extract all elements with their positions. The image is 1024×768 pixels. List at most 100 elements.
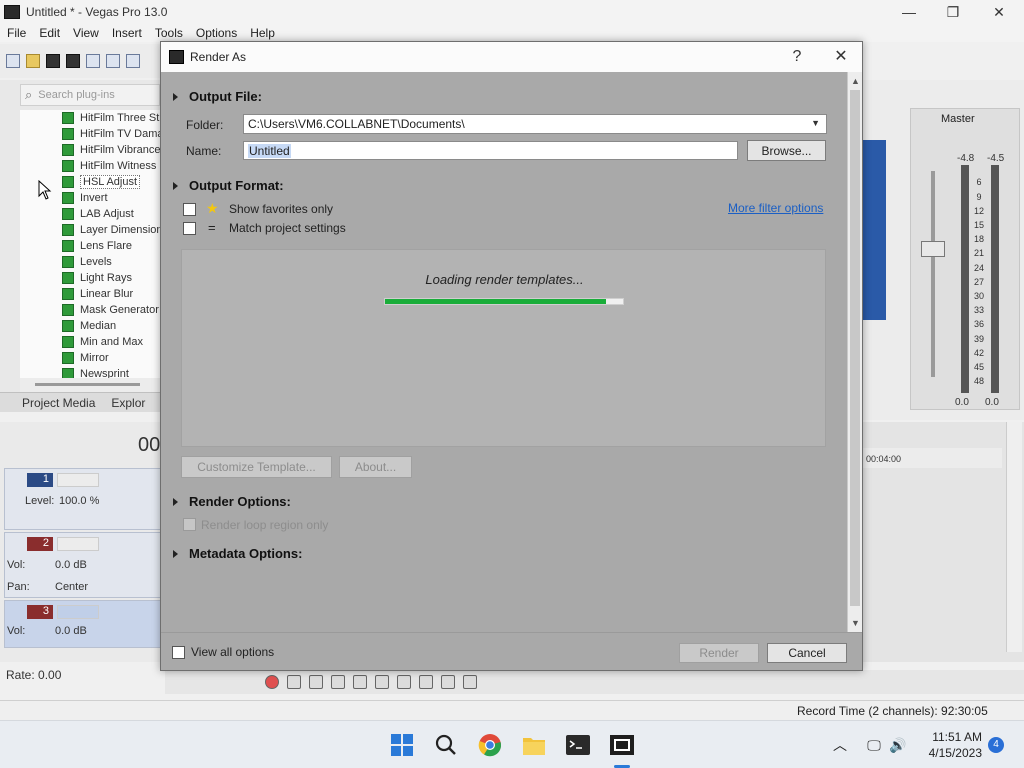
list-item[interactable]: Lens Flare [20, 238, 160, 254]
search-icon[interactable] [434, 733, 458, 757]
scrollbar-thumb[interactable] [850, 90, 860, 606]
list-item[interactable]: HitFilm TV Damag [20, 126, 160, 142]
vegas-taskbar-icon[interactable] [610, 733, 634, 757]
about-button[interactable]: About... [339, 456, 412, 478]
master-fader-handle[interactable] [921, 241, 945, 257]
cancel-button[interactable]: Cancel [767, 643, 847, 663]
list-item[interactable]: Linear Blur [20, 286, 160, 302]
open-folder-icon[interactable] [26, 54, 40, 68]
menu-help[interactable]: Help [243, 26, 281, 40]
more-filter-options-link[interactable]: More filter options [728, 201, 823, 215]
match-project-checkbox[interactable] [183, 222, 196, 235]
taskbar-clock[interactable]: 11:51 AM 4/15/2023 [918, 729, 982, 761]
loop-icon[interactable] [287, 675, 301, 689]
list-item[interactable]: HitFilm Witness P [20, 158, 160, 174]
list-item[interactable]: Mirror [20, 350, 160, 366]
menu-tools[interactable]: Tools [148, 26, 189, 40]
menu-options[interactable]: Options [189, 26, 243, 40]
scrollbar-thumb[interactable] [35, 383, 140, 386]
maximize-button[interactable]: ❐ [930, 0, 976, 24]
list-item[interactable]: Layer Dimension [20, 222, 160, 238]
chevron-up-icon[interactable]: ︿ [828, 733, 852, 757]
plugin-search-input[interactable]: ⌕ Search plug-ins [20, 84, 160, 106]
track-name-field[interactable] [57, 473, 99, 487]
show-favorites-checkbox[interactable] [183, 203, 196, 216]
network-icon[interactable]: 🖵 [862, 733, 886, 757]
browse-button[interactable]: Browse... [747, 140, 826, 161]
settings-icon[interactable] [126, 54, 140, 68]
menu-insert[interactable]: Insert [105, 26, 148, 40]
dialog-close-button[interactable]: ✕ [831, 47, 851, 67]
new-file-icon[interactable] [6, 54, 20, 68]
help-button[interactable]: ? [787, 47, 807, 67]
stop-icon[interactable] [375, 675, 389, 689]
view-all-options-checkbox[interactable] [172, 646, 185, 659]
save-icon[interactable] [46, 54, 60, 68]
output-format-section[interactable]: Output Format: [173, 178, 284, 193]
terminal-icon[interactable] [566, 733, 590, 757]
minimize-button[interactable]: — [886, 0, 932, 24]
scroll-up-icon[interactable]: ▲ [848, 74, 863, 88]
menu-edit[interactable]: Edit [32, 26, 66, 40]
pause-icon[interactable] [353, 675, 367, 689]
plugin-list[interactable]: HitFilm Three Str HitFilm TV Damag HitFi… [20, 110, 160, 378]
meter-scale-label: 24 [973, 263, 984, 273]
dialog-vscrollbar[interactable]: ▲ ▼ [847, 72, 862, 632]
play-from-start-icon[interactable] [309, 675, 323, 689]
notification-badge[interactable]: 4 [988, 737, 1004, 753]
list-item[interactable]: Levels [20, 254, 160, 270]
output-file-section[interactable]: Output File: [173, 89, 262, 104]
track-header-1[interactable]: 1 Level: 100.0 % [4, 468, 164, 530]
render-loop-region-checkbox[interactable] [183, 518, 196, 531]
next-frame-icon[interactable] [463, 675, 477, 689]
list-item[interactable]: LAB Adjust [20, 206, 160, 222]
chrome-icon[interactable] [478, 733, 502, 757]
metadata-options-section[interactable]: Metadata Options: [173, 546, 302, 561]
chevron-down-icon[interactable]: ▼ [811, 118, 820, 128]
save-as-icon[interactable] [66, 54, 80, 68]
scroll-down-icon[interactable]: ▼ [848, 616, 863, 630]
output-file-heading: Output File: [189, 89, 262, 104]
timeline-vscrollbar[interactable] [1006, 422, 1022, 652]
list-item[interactable]: Median [20, 318, 160, 334]
properties-icon[interactable] [106, 54, 120, 68]
render-templates-list[interactable]: Loading render templates... [181, 249, 826, 447]
search-placeholder: Search plug-ins [38, 89, 115, 101]
play-icon[interactable] [331, 675, 345, 689]
track-header-3[interactable]: 3 Vol: 0.0 dB [4, 600, 164, 648]
volume-icon[interactable]: 🔊 [886, 733, 910, 757]
list-item[interactable]: Light Rays [20, 270, 160, 286]
go-to-end-icon[interactable] [419, 675, 433, 689]
list-item[interactable]: Mask Generator [20, 302, 160, 318]
expand-icon [173, 549, 178, 558]
meter-scale-label: 36 [973, 319, 984, 329]
plugin-icon [62, 336, 74, 348]
render-icon[interactable] [86, 54, 100, 68]
list-item[interactable]: Newsprint [20, 366, 160, 378]
track-name-field[interactable] [57, 605, 99, 619]
view-all-options-label: View all options [191, 645, 275, 659]
file-explorer-icon[interactable] [522, 733, 546, 757]
track-header-2[interactable]: 2 Vol: 0.0 dB Pan: Center [4, 532, 164, 598]
go-to-start-icon[interactable] [397, 675, 411, 689]
tab-explorer[interactable]: Explor [105, 393, 155, 412]
menu-view[interactable]: View [66, 26, 105, 40]
record-icon[interactable] [265, 675, 279, 689]
meter-scale-label: 39 [973, 334, 984, 344]
menu-file[interactable]: File [0, 26, 32, 40]
name-input[interactable]: Untitled [243, 141, 738, 160]
windows-start-icon[interactable] [390, 733, 414, 757]
list-item[interactable]: Min and Max [20, 334, 160, 350]
render-options-section[interactable]: Render Options: [173, 494, 291, 509]
customize-template-button[interactable]: Customize Template... [181, 456, 332, 478]
list-item[interactable]: HitFilm Three Str [20, 110, 160, 126]
prev-frame-icon[interactable] [441, 675, 455, 689]
folder-combobox[interactable]: C:\Users\VM6.COLLABNET\Documents\ ▼ [243, 114, 827, 134]
menubar: File Edit View Insert Tools Options Help [0, 24, 1024, 42]
track-name-field[interactable] [57, 537, 99, 551]
plugin-list-hscrollbar[interactable] [20, 378, 160, 392]
list-item[interactable]: HitFilm Vibrance [20, 142, 160, 158]
tab-project-media[interactable]: Project Media [0, 393, 105, 412]
close-window-button[interactable]: ✕ [976, 0, 1022, 24]
render-button[interactable]: Render [679, 643, 759, 663]
